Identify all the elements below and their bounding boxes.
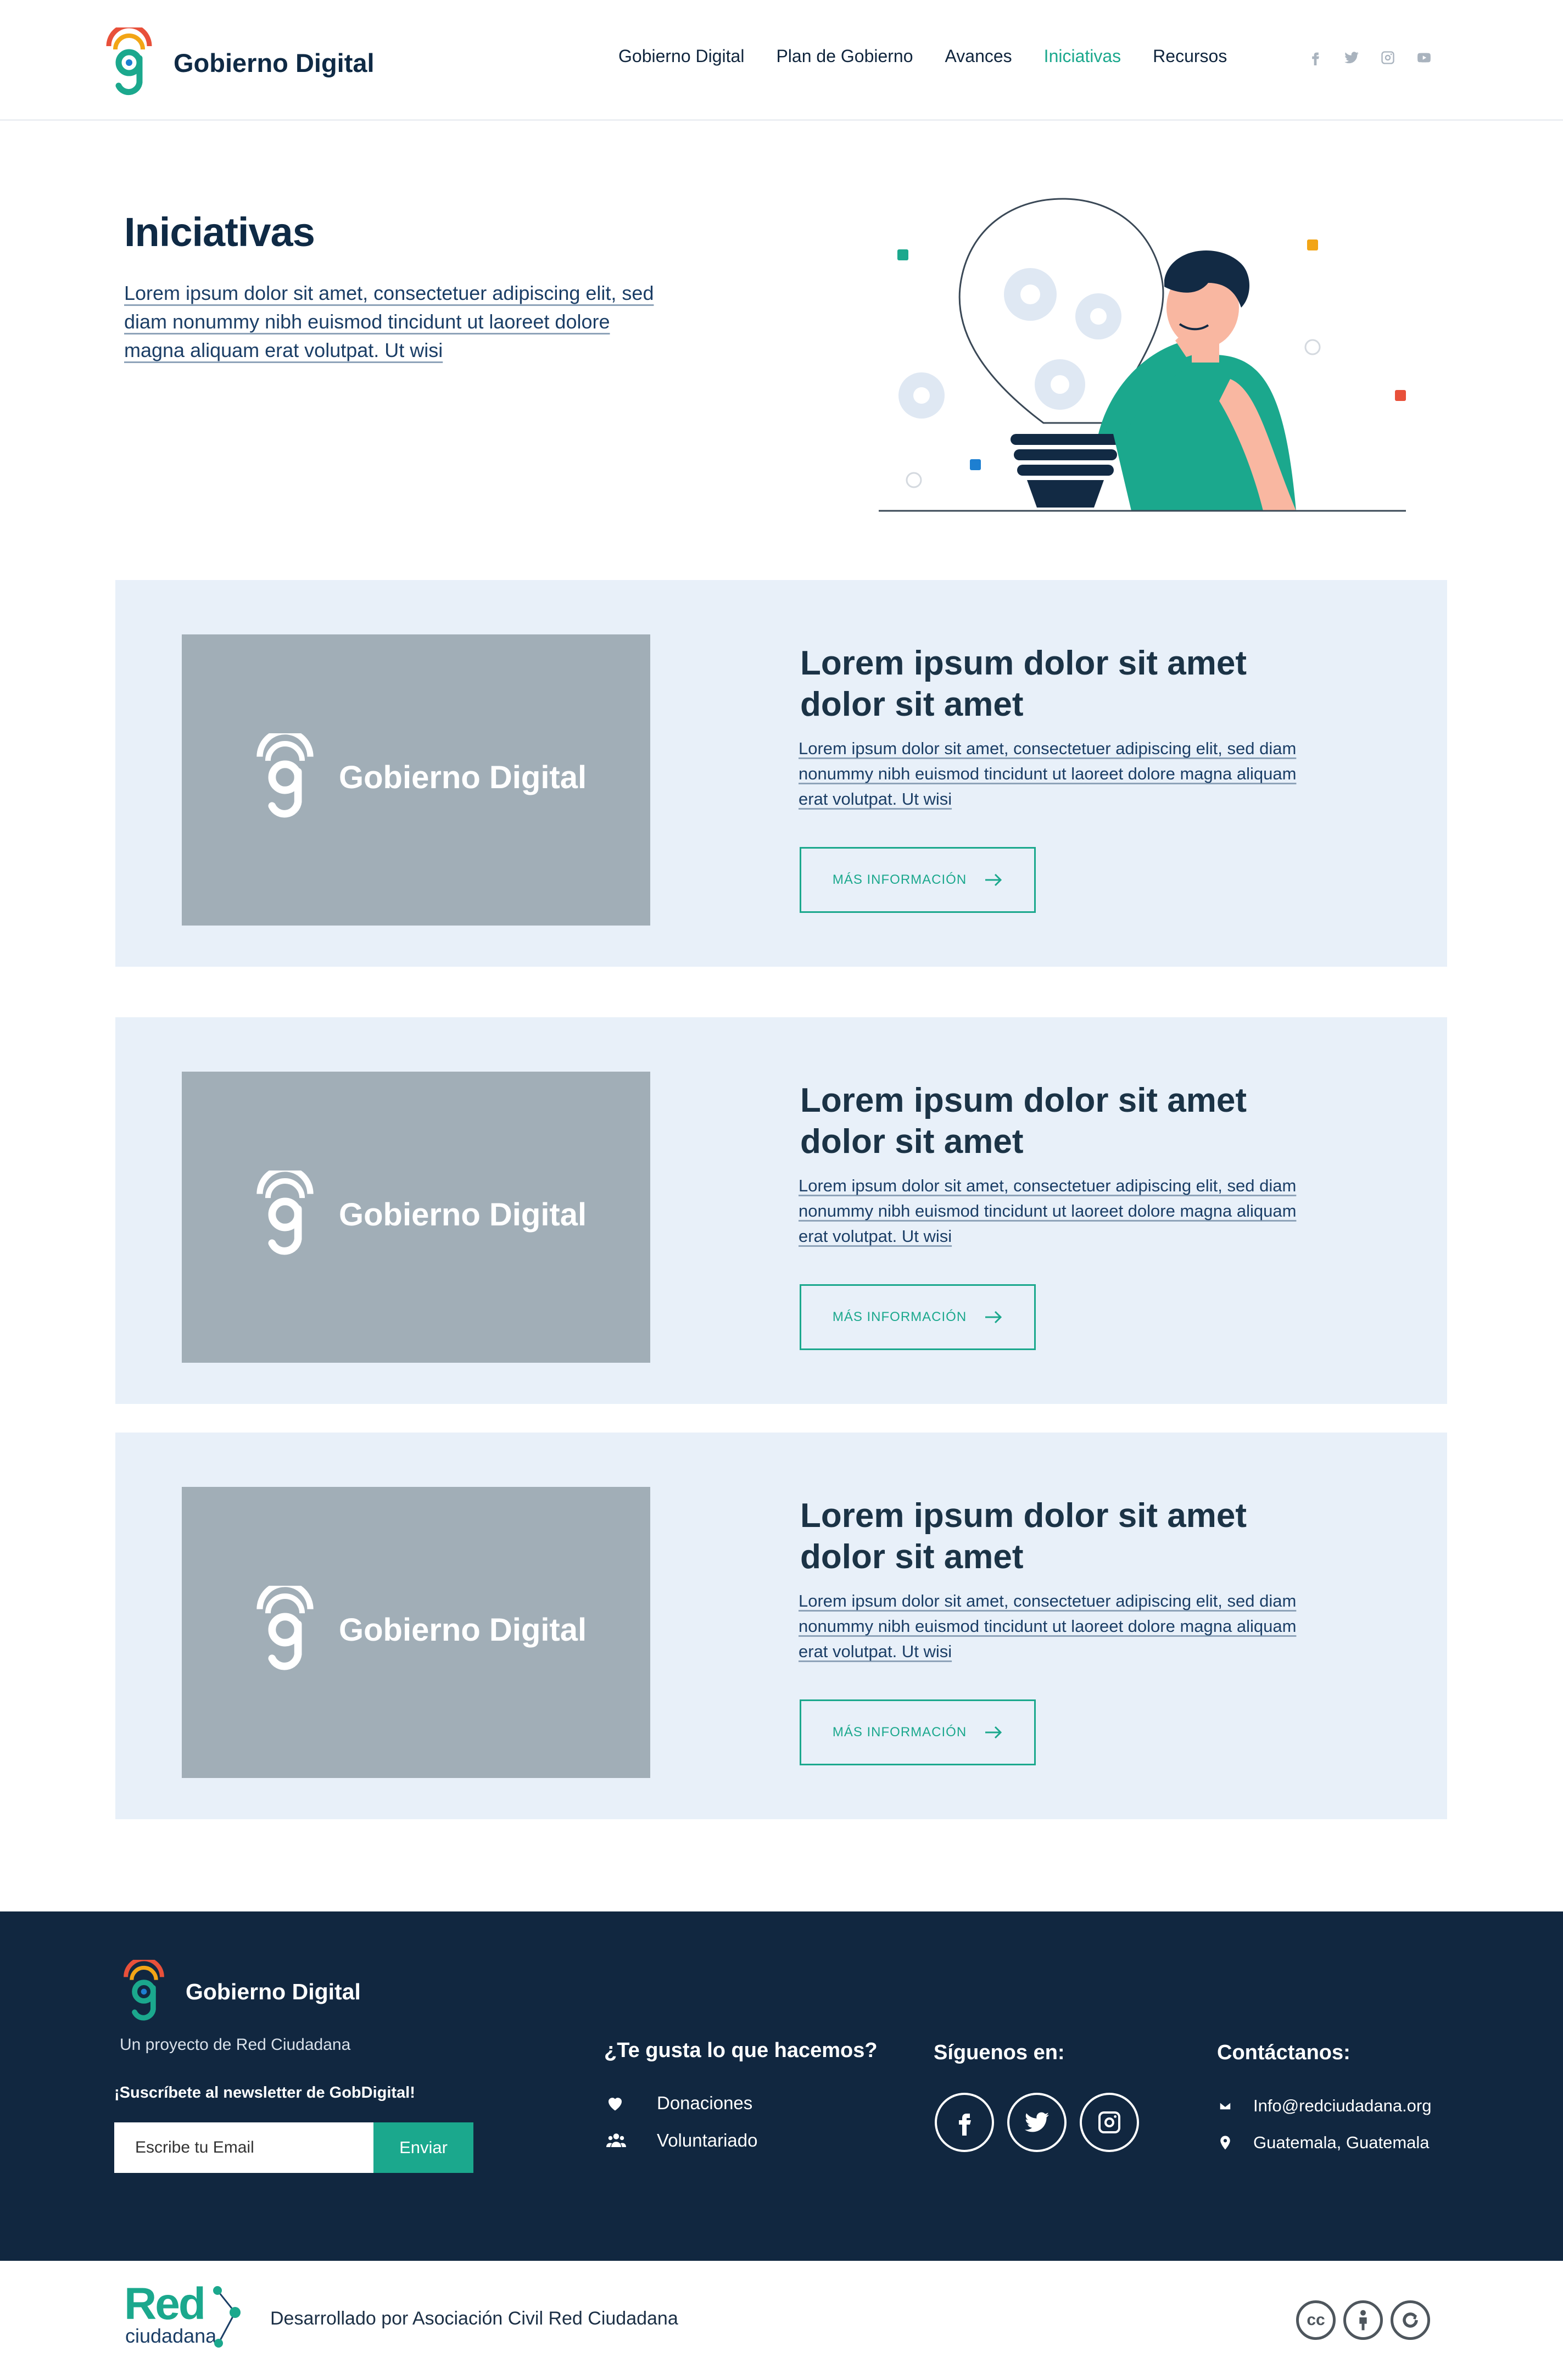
- twitter-icon[interactable]: [1007, 2093, 1067, 2152]
- share-alike-icon[interactable]: [1391, 2300, 1430, 2340]
- nav-plan-de-gobierno[interactable]: Plan de Gobierno: [776, 46, 913, 66]
- donations-label: Donaciones: [657, 2093, 753, 2113]
- footer-logo-text: Gobierno Digital: [186, 1978, 361, 2004]
- initiative-card: Gobierno Digital Lorem ipsum dolor sit a…: [115, 1433, 1447, 1819]
- image-brand-text: Gobierno Digital: [339, 1196, 587, 1233]
- gobierno-digital-logo-icon: [256, 1171, 314, 1255]
- contact-email-link[interactable]: Info@redciudadana.org: [1217, 2096, 1431, 2116]
- follow-heading: Síguenos en:: [934, 2041, 1065, 2064]
- network-dots-icon: [213, 2286, 241, 2348]
- more-info-button[interactable]: MÁS INFORMACIÓN: [800, 847, 1036, 913]
- support-heading: ¿Te gusta lo que hacemos?: [604, 2039, 878, 2062]
- card-title: Lorem ipsum dolor sit amet dolor sit ame…: [800, 1497, 1247, 1576]
- lightbulb-idea-illustration: [879, 198, 1406, 512]
- twitter-icon[interactable]: [1343, 49, 1360, 66]
- nav-avances[interactable]: Avances: [945, 46, 1012, 66]
- red-ciudadana-logo-sub: ciudadana: [125, 2325, 217, 2347]
- donations-link[interactable]: Donaciones: [604, 2093, 752, 2114]
- facebook-icon[interactable]: [935, 2093, 994, 2152]
- site-logo[interactable]: Gobierno Digital: [104, 27, 375, 98]
- arrow-right-icon: [985, 873, 1002, 887]
- gobierno-digital-logo-icon: [256, 733, 314, 818]
- image-brand-text: Gobierno Digital: [339, 759, 587, 795]
- mail-icon: [1219, 2102, 1231, 2110]
- contact-location-text: Guatemala, Guatemala: [1253, 2133, 1430, 2152]
- users-icon: [606, 2133, 626, 2147]
- nav-iniciativas[interactable]: Iniciativas: [1044, 46, 1121, 66]
- bottom-bar: Red ciudadana Desarrollado por Asociació…: [0, 2261, 1563, 2380]
- site-logo-text: Gobierno Digital: [174, 48, 375, 77]
- newsletter-send-button[interactable]: Enviar: [373, 2122, 473, 2173]
- image-brand-text: Gobierno Digital: [339, 1612, 587, 1648]
- instagram-icon[interactable]: [1080, 2093, 1139, 2152]
- site-footer: Gobierno Digital Un proyecto de Red Ciud…: [0, 1911, 1563, 2261]
- contact-location: Guatemala, Guatemala: [1217, 2132, 1430, 2153]
- nav-recursos[interactable]: Recursos: [1153, 46, 1227, 66]
- image-brand: Gobierno Digital: [254, 1586, 587, 1674]
- image-brand: Gobierno Digital: [254, 733, 587, 821]
- card-description: Lorem ipsum dolor sit amet, consectetuer…: [799, 1591, 1297, 1661]
- arrow-right-icon: [985, 1726, 1002, 1739]
- card-description: Lorem ipsum dolor sit amet, consectetuer…: [799, 1176, 1297, 1246]
- volunteering-label: Voluntariado: [657, 2130, 758, 2150]
- facebook-icon[interactable]: [1307, 49, 1324, 66]
- initiative-image-placeholder: Gobierno Digital: [182, 1487, 650, 1778]
- nav-gobierno-digital[interactable]: Gobierno Digital: [618, 46, 744, 66]
- gobierno-digital-logo-icon: [106, 27, 152, 96]
- gobierno-digital-logo-icon: [256, 1586, 314, 1670]
- header-social-links: [1307, 49, 1452, 66]
- main-nav: Gobierno Digital Plan de Gobierno Avance…: [618, 46, 1259, 66]
- image-brand: Gobierno Digital: [254, 1171, 587, 1258]
- location-pin-icon: [1220, 2136, 1230, 2150]
- contact-heading: Contáctanos:: [1217, 2041, 1350, 2064]
- instagram-icon[interactable]: [1380, 49, 1396, 66]
- footer-logo[interactable]: Gobierno Digital: [122, 1960, 361, 2024]
- page-title: Iniciativas: [124, 209, 315, 255]
- heart-icon: [609, 2098, 622, 2111]
- more-info-button[interactable]: MÁS INFORMACIÓN: [800, 1699, 1036, 1765]
- more-info-button-label: MÁS INFORMACIÓN: [832, 872, 967, 887]
- youtube-icon[interactable]: [1416, 49, 1432, 66]
- card-title: Lorem ipsum dolor sit amet dolor sit ame…: [800, 1082, 1247, 1161]
- card-description: Lorem ipsum dolor sit amet, consectetuer…: [799, 739, 1297, 809]
- red-ciudadana-logo[interactable]: Red ciudadana: [124, 2278, 245, 2350]
- initiative-image-placeholder: Gobierno Digital: [182, 1072, 650, 1363]
- site-header: Gobierno Digital Gobierno Digital Plan d…: [0, 0, 1563, 121]
- initiative-card: Gobierno Digital Lorem ipsum dolor sit a…: [115, 580, 1447, 967]
- more-info-button-label: MÁS INFORMACIÓN: [832, 1309, 967, 1324]
- developed-by-text: Desarrollado por Asociación Civil Red Ci…: [270, 2308, 678, 2329]
- initiative-card: Gobierno Digital Lorem ipsum dolor sit a…: [115, 1017, 1447, 1404]
- contact-email: Info@redciudadana.org: [1253, 2096, 1432, 2115]
- newsletter-email-input[interactable]: [114, 2122, 373, 2173]
- hero-description: Lorem ipsum dolor sit amet, consectetuer…: [124, 282, 654, 361]
- gobierno-digital-logo-icon: [124, 1960, 164, 2021]
- initiative-image-placeholder: Gobierno Digital: [182, 634, 650, 926]
- red-ciudadana-logo-word: Red: [124, 2279, 206, 2329]
- attribution-icon[interactable]: [1343, 2300, 1383, 2340]
- more-info-button-label: MÁS INFORMACIÓN: [832, 1725, 967, 1740]
- cc-icon[interactable]: cc: [1296, 2300, 1336, 2340]
- more-info-button[interactable]: MÁS INFORMACIÓN: [800, 1284, 1036, 1350]
- arrow-right-icon: [985, 1311, 1002, 1324]
- card-title: Lorem ipsum dolor sit amet dolor sit ame…: [800, 644, 1247, 723]
- newsletter-label: ¡Suscríbete al newsletter de GobDigital!: [114, 2084, 415, 2102]
- footer-subtitle: Un proyecto de Red Ciudadana: [120, 2036, 351, 2054]
- volunteering-link[interactable]: Voluntariado: [604, 2130, 757, 2151]
